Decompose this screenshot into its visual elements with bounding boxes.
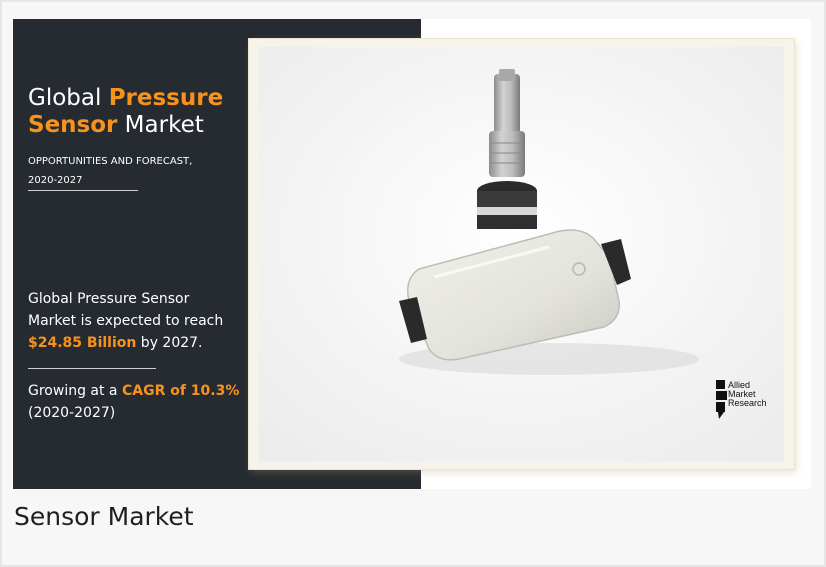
cagr-statement: Growing at a CAGR of 10.3% (2020-2027) [28,380,258,424]
stat-line-1: Global Pressure Sensor [28,291,190,307]
banner-title: Global Pressure Sensor Market [28,85,248,139]
title-highlight-sensor: Sensor [28,112,118,138]
title-highlight-pressure: Pressure [108,85,224,111]
logo-line-3: Research [728,398,767,408]
logo-mark-icon [716,380,727,419]
divider [28,368,156,369]
title-text-global: Global [28,85,109,111]
cagr-value: CAGR of 10.3% [121,383,240,399]
market-value-statement: Global Pressure Sensor Market is expecte… [28,288,248,354]
image-card: Global Pressure Sensor Market OPPORTUNIT… [0,0,826,567]
stat-suffix: by 2027. [136,335,203,351]
market-value: $24.85 Billion [28,335,137,351]
stat-line-2: Market is expected to reach [28,313,224,329]
product-photo: Allied Market Research [249,39,794,469]
banner-subtitle: OPPORTUNITIES AND FORECAST, 2020-2027 [28,152,238,190]
subtitle-line-1: OPPORTUNITIES AND FORECAST, [28,156,193,167]
growth-prefix: Growing at a [28,383,122,399]
allied-market-research-logo: Allied Market Research [716,378,796,426]
image-caption: Sensor Market [14,502,194,531]
logo-text: Allied Market Research [728,381,767,408]
divider [28,190,138,191]
pressure-sensor-illustration [259,47,784,461]
market-banner-image[interactable]: Global Pressure Sensor Market OPPORTUNIT… [13,19,811,489]
subtitle-line-2: 2020-2027 [28,175,83,186]
growth-period: (2020-2027) [28,405,116,421]
title-text-market: Market [117,112,204,138]
